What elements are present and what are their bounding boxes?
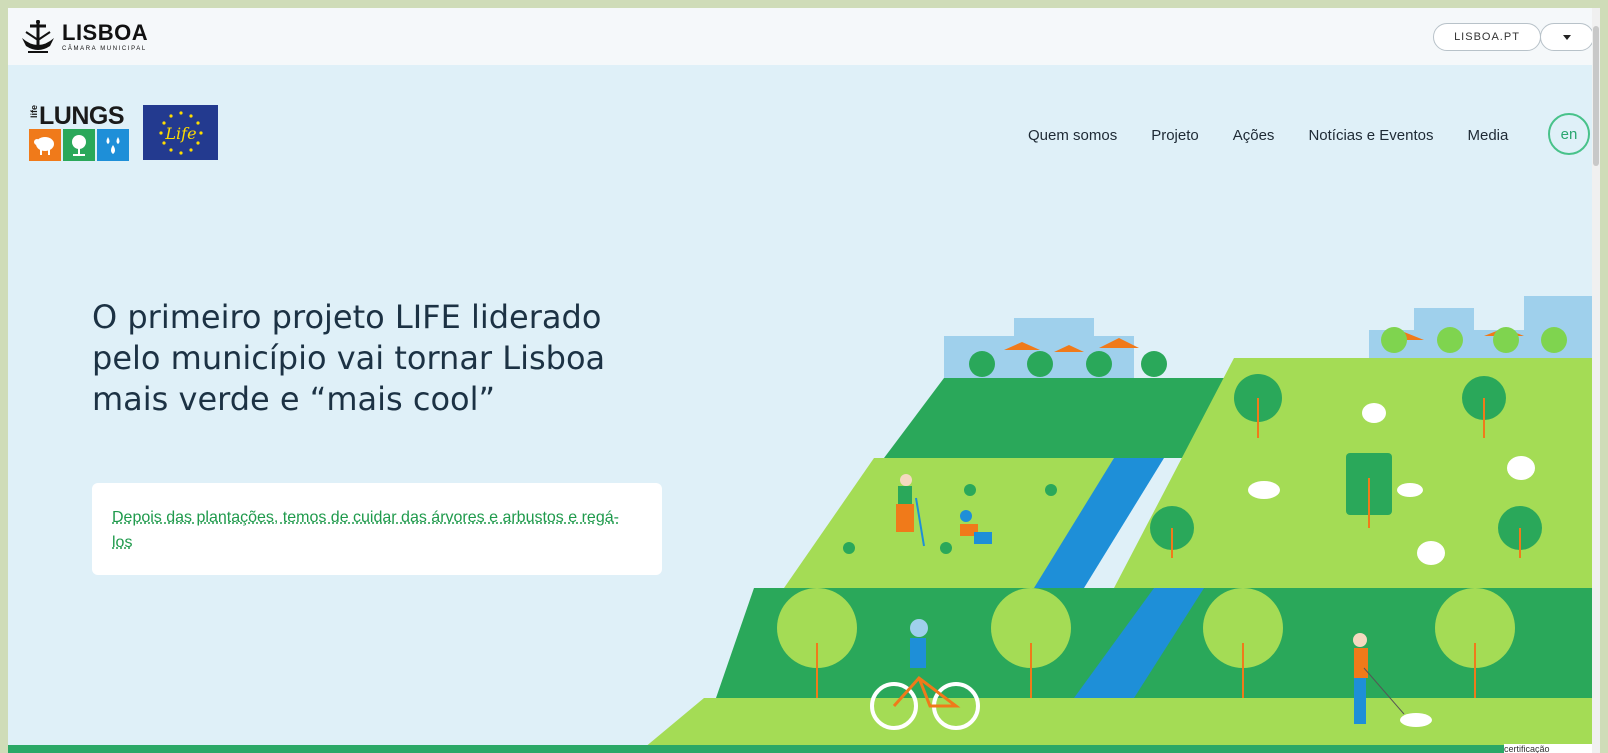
landscape-illustration: [644, 296, 1600, 748]
nav-projeto[interactable]: Projeto: [1151, 127, 1199, 144]
nav-acoes[interactable]: Ações: [1233, 127, 1275, 144]
headline-line: mais verde e “mais cool”: [92, 380, 496, 418]
eu-logo-text: Life: [164, 124, 196, 143]
tree-icon: [63, 129, 95, 161]
cookie-tab[interactable]: certificação: [1504, 744, 1600, 753]
featured-news-card: Depois das plantações, temos de cuidar d…: [92, 483, 662, 575]
footer-band: [8, 745, 1600, 753]
nav-noticias-eventos[interactable]: Notícias e Eventos: [1308, 127, 1433, 144]
headline-line: pelo município vai tornar Lisboa: [92, 339, 606, 377]
browser-viewport: LISBOA CÂMARA MUNICIPAL LISBOA.PT life L…: [8, 8, 1600, 753]
brand-subtitle: CÂMARA MUNICIPAL: [62, 46, 147, 52]
brand-name: LISBOA: [62, 20, 149, 45]
hero-headline: O primeiro projeto LIFE liderado pelo mu…: [92, 297, 652, 420]
lisboa-camara-logo[interactable]: LISBOA CÂMARA MUNICIPAL: [18, 18, 148, 56]
lisboa-emblem-icon: [22, 20, 54, 53]
nav-media[interactable]: Media: [1468, 127, 1509, 144]
scrollbar-thumb[interactable]: [1593, 26, 1599, 166]
main-nav: Quem somos Projeto Ações Notícias e Even…: [1028, 127, 1542, 144]
language-switch[interactable]: en: [1548, 113, 1590, 155]
nav-quem-somos[interactable]: Quem somos: [1028, 127, 1117, 144]
eu-life-logo[interactable]: Life: [143, 105, 218, 160]
eu-stars-icon: Life: [158, 110, 203, 155]
logo-lungs-word: LUNGS: [39, 102, 125, 130]
sheep-icon: [29, 129, 61, 161]
featured-news-link[interactable]: Depois das plantações, temos de cuidar d…: [112, 505, 632, 555]
water-drops-icon: [97, 129, 129, 161]
municipal-topbar: LISBOA CÂMARA MUNICIPAL LISBOA.PT: [8, 8, 1600, 65]
project-logos: life LUNGS Life: [29, 102, 218, 161]
headline-line: O primeiro projeto LIFE liderado: [92, 298, 602, 336]
logo-life-prefix: life: [29, 105, 39, 119]
life-lungs-logo[interactable]: life LUNGS: [29, 102, 131, 161]
page-scrollbar[interactable]: [1592, 8, 1600, 753]
terrace-front: [644, 698, 1600, 748]
lisboa-pt-link[interactable]: LISBOA.PT: [1433, 23, 1541, 51]
chevron-down-icon: [1563, 34, 1571, 40]
language-dropdown[interactable]: [1540, 23, 1594, 51]
